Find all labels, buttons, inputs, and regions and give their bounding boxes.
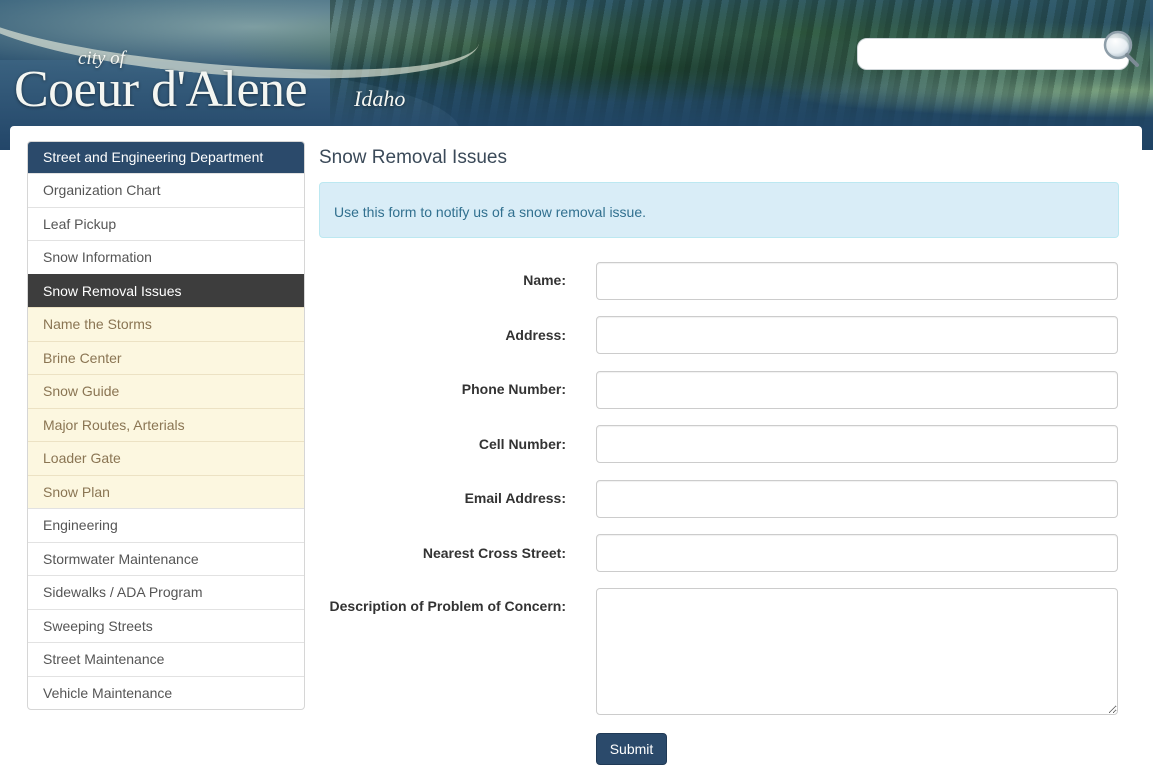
cell-label: Cell Number: bbox=[478, 436, 566, 452]
sidebar-item-engineering[interactable]: Engineering bbox=[28, 508, 304, 542]
cross-street-label: Nearest Cross Street: bbox=[422, 545, 566, 561]
description-textarea[interactable] bbox=[596, 588, 1118, 715]
sidebar-item-major-routes[interactable]: Major Routes, Arterials bbox=[28, 407, 304, 441]
sidebar-item-stormwater-maintenance[interactable]: Stormwater Maintenance bbox=[28, 541, 304, 576]
name-label: Name: bbox=[523, 272, 566, 288]
sidebar-item-street-maintenance[interactable]: Street Maintenance bbox=[28, 642, 304, 676]
sidebar-nav: Street and Engineering Department Organi… bbox=[27, 141, 305, 710]
address-field[interactable] bbox=[596, 316, 1118, 354]
description-label: Description of Problem of Concern: bbox=[329, 598, 566, 614]
logo-state: Idaho bbox=[354, 86, 406, 111]
sidebar-title[interactable]: Street and Engineering Department bbox=[28, 142, 304, 173]
submit-button[interactable]: Submit bbox=[596, 733, 667, 765]
email-field[interactable] bbox=[596, 480, 1118, 518]
sidebar-item-organization-chart[interactable]: Organization Chart bbox=[28, 173, 304, 207]
sidebar-item-vehicle-maintenance[interactable]: Vehicle Maintenance bbox=[28, 675, 304, 710]
phone-field[interactable] bbox=[596, 371, 1118, 409]
address-label: Address: bbox=[505, 327, 566, 343]
sidebar-item-snow-removal-issues[interactable]: Snow Removal Issues bbox=[28, 273, 304, 307]
phone-label: Phone Number: bbox=[461, 381, 566, 397]
sidebar-item-loader-gate[interactable]: Loader Gate bbox=[28, 441, 304, 475]
logo-city-name: Coeur d'Alene bbox=[14, 61, 308, 118]
email-label: Email Address: bbox=[464, 490, 566, 506]
sidebar-item-snow-plan[interactable]: Snow Plan bbox=[28, 474, 304, 508]
search-input[interactable] bbox=[857, 38, 1129, 70]
sidebar-item-snow-information[interactable]: Snow Information bbox=[28, 240, 304, 274]
sidebar-item-sidewalks-ada[interactable]: Sidewalks / ADA Program bbox=[28, 575, 304, 609]
sidebar-item-sweeping-streets[interactable]: Sweeping Streets bbox=[28, 608, 304, 643]
info-alert: Use this form to notify us of a snow rem… bbox=[319, 182, 1119, 238]
sidebar-item-snow-guide[interactable]: Snow Guide bbox=[28, 374, 304, 408]
sidebar-item-name-the-storms[interactable]: Name the Storms bbox=[28, 307, 304, 341]
cross-street-field[interactable] bbox=[596, 534, 1118, 572]
page-title: Snow Removal Issues bbox=[319, 147, 507, 168]
sidebar-item-leaf-pickup[interactable]: Leaf Pickup bbox=[28, 206, 304, 241]
sidebar-item-brine-center[interactable]: Brine Center bbox=[28, 340, 304, 374]
search-icon[interactable] bbox=[1100, 28, 1140, 68]
name-field[interactable] bbox=[596, 262, 1118, 300]
cell-field[interactable] bbox=[596, 425, 1118, 463]
